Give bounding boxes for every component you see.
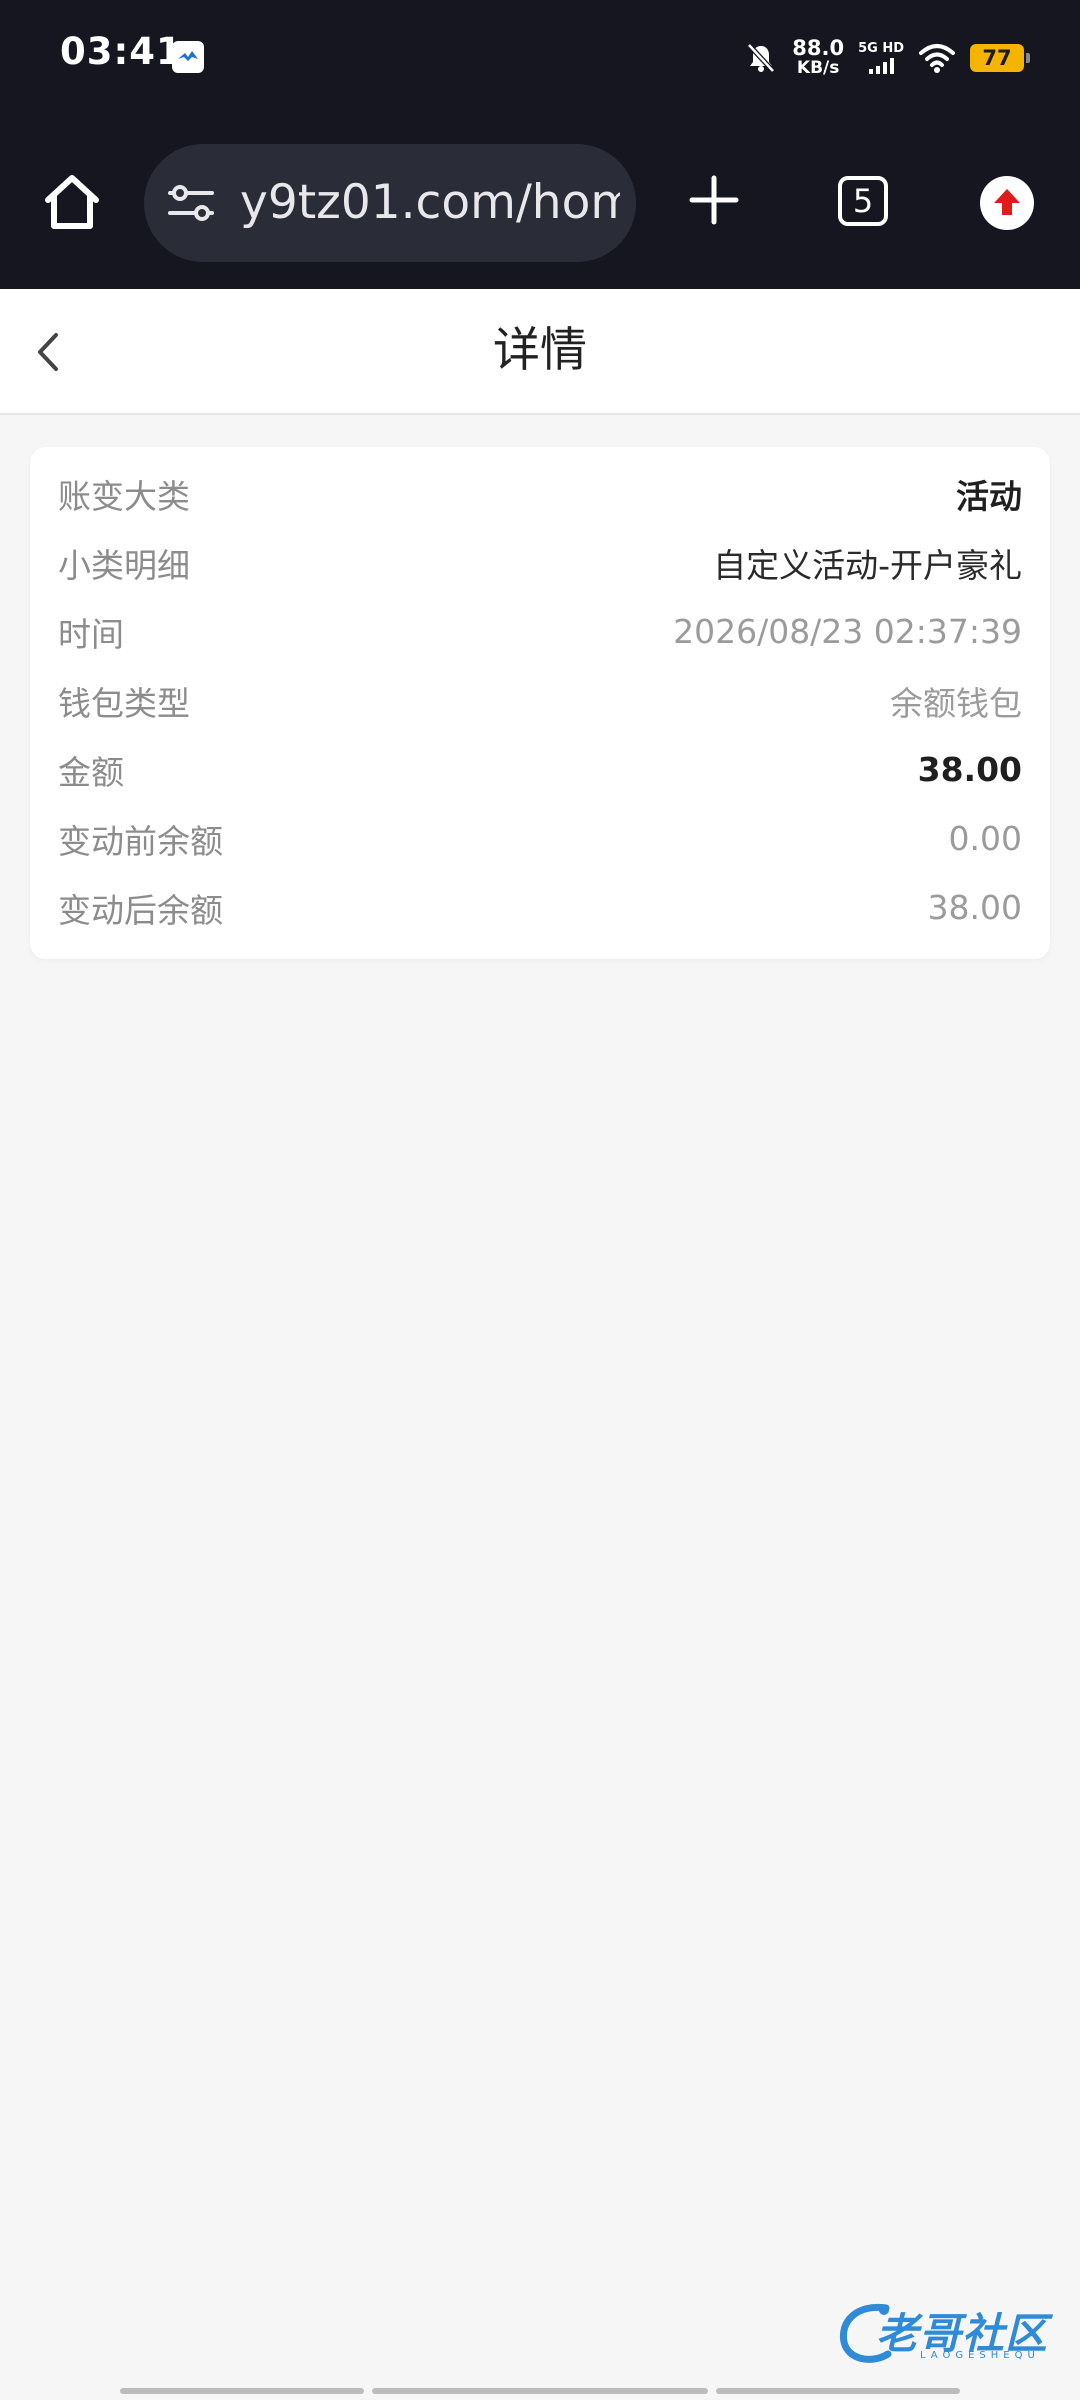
detail-row-time: 时间 2026/08/23 02:37:39: [58, 597, 1022, 666]
detail-row-balance-after: 变动后余额 38.00: [58, 873, 1022, 942]
page-title: 详情: [493, 323, 587, 378]
detail-row-category: 账变大类 活动: [58, 459, 1022, 528]
detail-value: 余额钱包: [890, 683, 1022, 723]
net-speed-unit: KB/s: [796, 58, 840, 78]
detail-label: 变动后余额: [58, 890, 223, 930]
watermark-logo: 老哥社区 LAOGESHEQU: [836, 2296, 1066, 2370]
tab-switcher-button[interactable]: 5: [838, 176, 888, 226]
battery-indicator: 77: [970, 44, 1030, 72]
home-icon[interactable]: [40, 170, 104, 234]
status-time: 03:41: [60, 30, 183, 73]
extension-arrow-icon[interactable]: [980, 176, 1034, 230]
status-icons: 88.0 KB/s 5G HD 77: [744, 30, 1030, 86]
nav-gesture-segment: [120, 2388, 364, 2394]
detail-value: 38.00: [917, 750, 1022, 789]
detail-value: 0.00: [948, 819, 1022, 858]
wifi-icon: [919, 44, 955, 73]
site-settings-icon[interactable]: [166, 181, 216, 225]
detail-value: 自定义活动-开户豪礼: [713, 545, 1022, 585]
detail-row-subcategory: 小类明细 自定义活动-开户豪礼: [58, 528, 1022, 597]
detail-value: 38.00: [927, 888, 1022, 927]
page-header: 详情: [0, 289, 1080, 415]
watermark-subtext: LAOGESHEQU: [920, 2350, 1040, 2361]
detail-label: 金额: [58, 752, 124, 792]
network-speed: 88.0 KB/s: [792, 36, 845, 79]
detail-label: 小类明细: [58, 545, 190, 585]
nav-gesture-segment: [716, 2388, 960, 2394]
detail-row-amount: 金额 38.00: [58, 735, 1022, 804]
new-tab-plus-icon[interactable]: [686, 172, 742, 228]
nav-gesture-segment: [372, 2388, 708, 2394]
detail-label: 时间: [58, 614, 124, 654]
detail-card: 账变大类 活动 小类明细 自定义活动-开户豪礼 时间 2026/08/23 02…: [30, 447, 1050, 959]
detail-label: 钱包类型: [58, 683, 190, 723]
net-speed-value: 88.0: [792, 36, 845, 60]
detail-row-wallet-type: 钱包类型 余额钱包: [58, 666, 1022, 735]
detail-row-balance-before: 变动前余额 0.00: [58, 804, 1022, 873]
network-type-label: 5G HD: [858, 41, 904, 56]
address-bar[interactable]: y9tz01.com/home: [144, 144, 636, 262]
cell-signal-icon: 5G HD: [858, 42, 904, 74]
detail-label: 账变大类: [58, 476, 190, 516]
detail-label: 变动前余额: [58, 821, 223, 861]
url-text[interactable]: y9tz01.com/home: [240, 144, 620, 262]
detail-value: 活动: [956, 476, 1022, 516]
browser-chrome: 03:41 88.0 KB/s 5G HD 77 y9tz01.com/hom …: [0, 0, 1080, 289]
notification-app-icon: [172, 41, 204, 73]
mute-bell-icon: [747, 43, 776, 73]
detail-value: 2026/08/23 02:37:39: [673, 612, 1022, 651]
